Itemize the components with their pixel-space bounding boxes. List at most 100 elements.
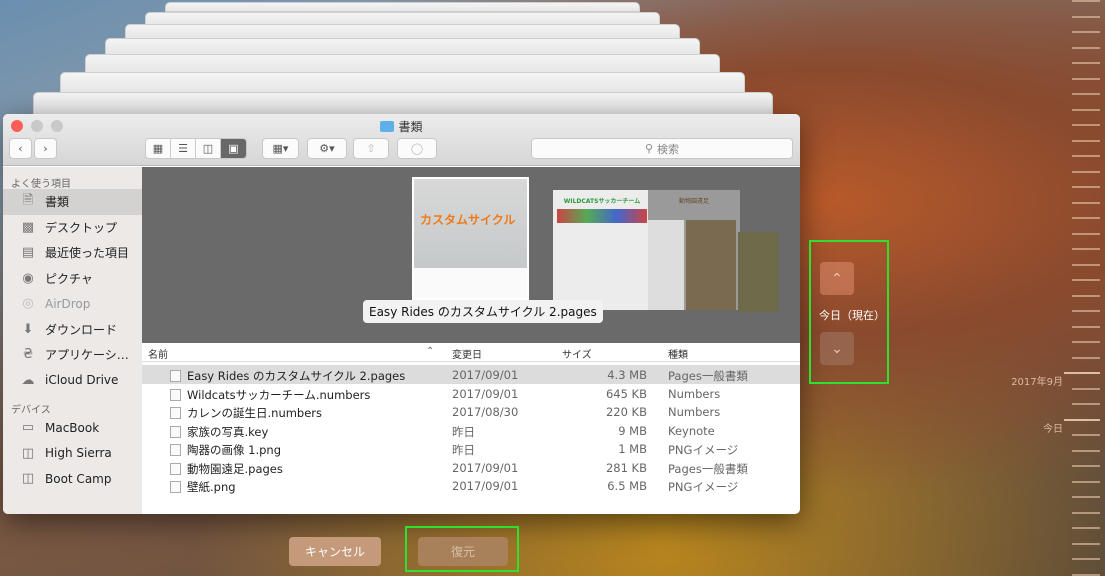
- sidebar-item-airdrop[interactable]: ◎ AirDrop: [3, 291, 142, 317]
- column-size[interactable]: サイズ: [562, 346, 592, 361]
- timeline-tick[interactable]: [1072, 294, 1100, 297]
- column-name[interactable]: 名前: [148, 346, 168, 361]
- timeline-tick[interactable]: [1072, 387, 1100, 390]
- sidebar-item-macbook[interactable]: ▭ MacBook: [3, 415, 142, 441]
- tag-button[interactable]: ◯: [397, 138, 437, 159]
- forward-button[interactable]: ›: [34, 138, 57, 159]
- timeline-tick[interactable]: [1072, 0, 1100, 2]
- restore-button[interactable]: 復元: [418, 537, 508, 566]
- sidebar-item-downloads[interactable]: ⬇ ダウンロード: [3, 317, 142, 343]
- timeline-tick[interactable]: [1072, 31, 1100, 33]
- timeline-tick[interactable]: [1072, 511, 1100, 514]
- timeline-tick[interactable]: [1072, 325, 1100, 328]
- coverflow-view-button[interactable]: ▣: [221, 139, 246, 158]
- back-button[interactable]: ‹: [9, 138, 32, 159]
- thumbnail-zoo[interactable]: 動物園遠足: [648, 190, 740, 310]
- date-modified: 2017/08/30: [452, 405, 519, 419]
- sidebar-item-documents[interactable]: 🗎 書類: [3, 189, 142, 215]
- timeline-tick[interactable]: [1072, 573, 1100, 576]
- sidebar-item-label: デスクトップ: [45, 220, 118, 235]
- search-icon: ⚲: [644, 142, 654, 155]
- thumbnail-photo[interactable]: [738, 232, 778, 312]
- timeline-tick[interactable]: [1072, 341, 1100, 343]
- share-icon: ⇧: [366, 142, 376, 155]
- timeline-tick[interactable]: [1072, 496, 1100, 498]
- list-view-button[interactable]: ☰: [171, 139, 196, 158]
- timeline-tick[interactable]: [1072, 139, 1100, 142]
- list-header: 名前 ⌃ 変更日 サイズ 種類: [142, 343, 800, 362]
- disk-icon: ◫: [21, 445, 35, 461]
- share-button[interactable]: ⇧: [353, 138, 389, 159]
- thumbnail-custom-cycle[interactable]: カスタムサイクル: [412, 177, 529, 300]
- column-kind[interactable]: 種類: [668, 346, 688, 361]
- timeline-tick[interactable]: [1072, 527, 1100, 529]
- applications-icon: ₴: [22, 347, 34, 363]
- timeline-tick[interactable]: [1072, 403, 1100, 405]
- table-row[interactable]: 家族の写真.key 昨日 9 MB Keynote: [142, 421, 800, 440]
- search-field[interactable]: ⚲ 検索: [531, 138, 793, 159]
- timeline-tick[interactable]: [1072, 155, 1100, 157]
- timeline-tick[interactable]: [1072, 279, 1100, 281]
- timeline-tick[interactable]: [1072, 434, 1100, 436]
- timeline-tick[interactable]: [1072, 449, 1100, 452]
- timeline-tick[interactable]: [1072, 232, 1100, 235]
- file-icon: [170, 444, 181, 456]
- cancel-button[interactable]: キャンセル: [289, 537, 381, 566]
- file-size: 9 MB: [618, 423, 647, 438]
- sidebar-item-applications[interactable]: ₴ アプリケーシ…: [3, 342, 142, 368]
- timeline-tick[interactable]: [1072, 201, 1100, 204]
- file-kind: Pages一般書類: [668, 369, 748, 383]
- column-date-modified[interactable]: 変更日: [452, 346, 482, 361]
- timeline-tick[interactable]: [1072, 248, 1100, 250]
- table-row[interactable]: Wildcatsサッカーチーム.numbers 2017/09/01 645 K…: [142, 384, 800, 403]
- sidebar-item-recents[interactable]: ▤ 最近使った項目: [3, 240, 142, 266]
- timeline-tick[interactable]: [1072, 108, 1100, 111]
- timeline-tick[interactable]: [1072, 310, 1100, 312]
- thumbnail-wildcats[interactable]: WILDCATSサッカーチーム: [553, 190, 651, 310]
- laptop-icon: ▭: [21, 420, 35, 436]
- table-row[interactable]: 壁紙.png 2017/09/01 6.5 MB PNGイメージ: [142, 476, 800, 495]
- sidebar: よく使う項目 🗎 書類 ▩ デスクトップ ▤ 最近使った項目 ◉ ピクチャ ◎ AirDr…: [3, 167, 142, 514]
- timeline-tick[interactable]: [1072, 170, 1100, 173]
- timeline-label-month[interactable]: 2017年9月: [1011, 373, 1063, 388]
- timeline-tick[interactable]: [1072, 217, 1100, 219]
- timeline-tick[interactable]: [1072, 46, 1100, 49]
- timeline-tick[interactable]: [1072, 186, 1100, 188]
- timeline-tick[interactable]: [1072, 93, 1100, 95]
- sidebar-item-label: 書類: [45, 195, 70, 210]
- timeline-tick[interactable]: [1072, 124, 1100, 126]
- icon-view-button[interactable]: ▦: [146, 139, 171, 158]
- table-row[interactable]: Easy Rides のカスタムサイクル 2.pages 2017/09/01 …: [142, 365, 800, 384]
- timeline-tick[interactable]: [1072, 558, 1100, 560]
- forward-in-time-button[interactable]: ⌄: [820, 332, 854, 365]
- chevron-left-icon: ‹: [18, 142, 23, 155]
- timeline-tick[interactable]: [1064, 418, 1100, 421]
- table-row[interactable]: カレンの誕生日.numbers 2017/08/30 220 KB Number…: [142, 402, 800, 421]
- back-in-time-button[interactable]: ⌃: [820, 262, 854, 295]
- file-icon: [170, 462, 181, 475]
- sidebar-item-desktop[interactable]: ▩ デスクトップ: [3, 215, 142, 241]
- table-row[interactable]: 陶器の画像 1.png 昨日 1 MB PNGイメージ: [142, 439, 800, 458]
- timeline-tick[interactable]: [1072, 263, 1100, 266]
- timeline-tick[interactable]: [1072, 542, 1100, 545]
- file-icon: [170, 388, 181, 401]
- action-button[interactable]: ⚙▾: [307, 138, 347, 159]
- timeline-tick[interactable]: [1072, 15, 1100, 18]
- arrange-button[interactable]: ▦▾: [262, 138, 299, 159]
- sidebar-item-boot-camp[interactable]: ◫ Boot Camp: [3, 466, 142, 492]
- column-view-button[interactable]: ◫: [196, 139, 221, 158]
- table-row[interactable]: 動物園遠足.pages 2017/09/01 281 KB Pages一般書類: [142, 458, 800, 477]
- sidebar-item-high-sierra[interactable]: ◫ High Sierra: [3, 441, 142, 467]
- timeline-tick[interactable]: [1072, 480, 1100, 483]
- timeline-tick[interactable]: [1072, 77, 1100, 80]
- sidebar-item-icloud[interactable]: ☁ iCloud Drive: [3, 368, 142, 394]
- timeline-tick[interactable]: [1072, 465, 1100, 467]
- timeline-tick[interactable]: [1072, 62, 1100, 64]
- timeline-tick[interactable]: [1072, 356, 1100, 359]
- timeline-label-today[interactable]: 今日: [1043, 420, 1063, 435]
- file-kind: Keynote: [668, 423, 715, 438]
- timeline-tick[interactable]: [1064, 372, 1100, 374]
- sidebar-item-pictures[interactable]: ◉ ピクチャ: [3, 266, 142, 292]
- camera-icon: ◉: [22, 270, 34, 286]
- view-mode-selector: ▦ ☰ ◫ ▣: [145, 138, 247, 159]
